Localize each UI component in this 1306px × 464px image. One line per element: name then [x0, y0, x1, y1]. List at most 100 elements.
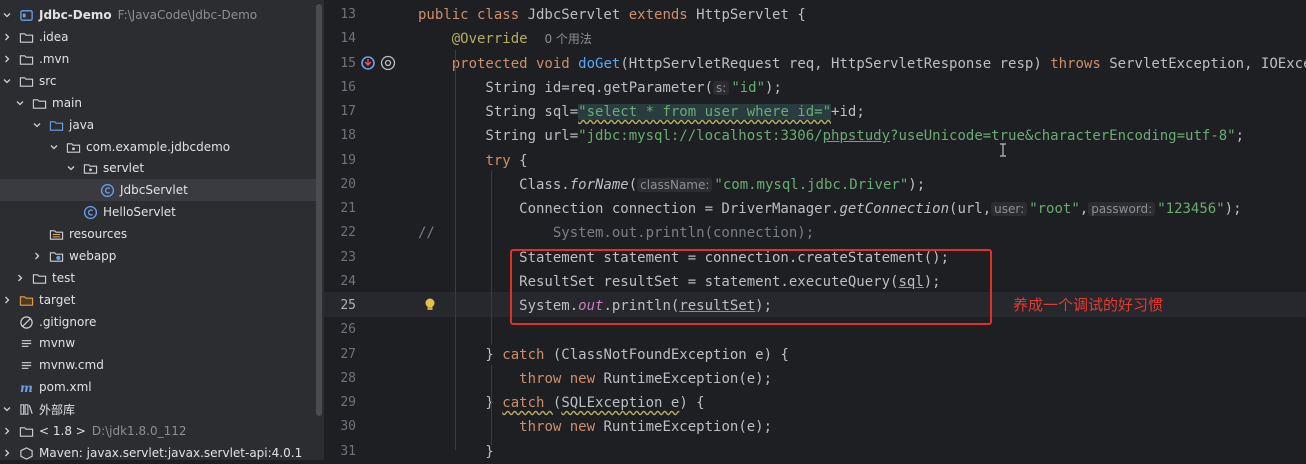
code-token: ); — [765, 80, 782, 96]
tree-item-label: src — [39, 74, 57, 88]
code-line[interactable]: String id=req.getParameter(s: "id"); — [418, 76, 782, 100]
code-token: 0 个用法 — [544, 32, 592, 46]
chevron-right-icon[interactable] — [0, 30, 14, 44]
tree-item[interactable]: java — [0, 114, 316, 136]
tree-item[interactable]: resources — [0, 223, 316, 245]
chevron-down-icon[interactable] — [64, 161, 78, 175]
ignore-file-icon — [18, 314, 34, 330]
line-number: 25 — [340, 298, 356, 313]
tree-item[interactable]: main — [0, 92, 316, 114]
code-token: } — [418, 347, 503, 363]
tree-item-label: target — [39, 293, 76, 307]
indent-guide — [455, 50, 456, 450]
code-line[interactable]: throw new RuntimeException(e); — [418, 415, 772, 439]
tree-item-label: mvnw.cmd — [39, 358, 104, 372]
tree-item[interactable]: HelloServlet — [0, 201, 316, 223]
tree-item[interactable]: .mvn — [0, 48, 316, 70]
tree-item-path: F:\JavaCode\Jdbc-Demo — [117, 8, 258, 22]
chevron-down-icon[interactable] — [47, 140, 61, 154]
code-token: SQLException e — [561, 395, 680, 411]
tree-item[interactable]: m pom.xml — [0, 376, 316, 398]
code-token: "jdbc:mysql://localhost:3306/ — [578, 128, 823, 144]
tree-item[interactable]: webapp — [0, 245, 316, 267]
tree-item[interactable]: 外部库 — [0, 398, 316, 420]
code-line[interactable]: } catch (SQLException e) { — [418, 391, 704, 415]
chevron-down-icon[interactable] — [0, 402, 14, 416]
tree-item[interactable]: mvnw — [0, 332, 316, 354]
line-number: 29 — [340, 395, 356, 410]
line-number: 22 — [340, 225, 356, 240]
chevron-down-icon[interactable] — [30, 118, 44, 132]
class-icon — [82, 204, 98, 220]
code-line[interactable]: // System.out.println(connection); — [418, 221, 814, 245]
tree-item[interactable]: .idea — [0, 26, 316, 48]
excluded-folder-icon — [18, 292, 34, 308]
jar-icon — [18, 445, 34, 460]
code-token: try — [485, 153, 520, 169]
indent-guide — [491, 170, 492, 345]
code-line[interactable]: Connection connection = DriverManager.ge… — [418, 197, 1241, 221]
tree-item[interactable]: Jdbc-Demo F:\JavaCode\Jdbc-Demo — [0, 4, 316, 26]
code-line[interactable]: throw new RuntimeException(e); — [418, 367, 772, 391]
line-number: 13 — [340, 7, 356, 22]
line-number: 14 — [340, 31, 356, 46]
code-token: protected void — [451, 56, 579, 72]
code-line[interactable]: } catch (ClassNotFoundException e) { — [418, 343, 788, 367]
chevron-down-icon[interactable] — [0, 8, 14, 22]
highlight-box — [510, 249, 992, 325]
tree-item[interactable]: < 1.8 > D:\jdk1.8.0_112 — [0, 420, 316, 442]
tree-item[interactable]: .gitignore — [0, 311, 316, 333]
tree-item-label: mvnw — [39, 336, 76, 350]
chevron-right-icon[interactable] — [0, 446, 14, 460]
code-token: ); — [908, 177, 926, 193]
code-line[interactable]: @Override 0 个用法 — [418, 27, 592, 51]
tree-item-label: java — [69, 118, 95, 132]
chevron-down-icon[interactable] — [13, 96, 27, 110]
tree-item[interactable]: mvnw.cmd — [0, 354, 316, 376]
code-token: RuntimeException(e); — [603, 419, 773, 435]
tree-item-label: main — [52, 96, 82, 110]
code-line[interactable]: try { — [418, 149, 527, 173]
tree-item[interactable]: src — [0, 70, 316, 92]
code-token: doGet — [578, 56, 621, 72]
code-line[interactable]: String sql="select * from user where id=… — [418, 100, 865, 124]
code-token: Class. — [418, 177, 570, 193]
code-token: className: — [637, 178, 713, 192]
chevron-right-icon[interactable] — [13, 271, 27, 285]
code-token: user: — [991, 202, 1028, 216]
at-annotation-gutter-icon[interactable] — [380, 55, 396, 75]
tree-item[interactable]: servlet — [0, 157, 316, 179]
code-token: (url, — [949, 201, 992, 217]
code-token: ; — [1235, 128, 1245, 144]
tree-item[interactable]: com.example.jdbcdemo — [0, 136, 316, 158]
tree-item-label: com.example.jdbcdemo — [86, 140, 231, 154]
tree-item[interactable]: Maven: javax.servlet:javax.servlet-api:4… — [0, 442, 316, 460]
code-line[interactable]: Class.forName(className: "com.mysql.jdbc.… — [418, 173, 925, 197]
line-number: 26 — [340, 322, 356, 337]
code-token: "id" — [731, 80, 766, 96]
chevron-right-icon[interactable] — [0, 424, 14, 438]
code-line[interactable]: String url="jdbc:mysql://localhost:3306/… — [418, 124, 1244, 148]
override-gutter-icon[interactable] — [360, 55, 376, 75]
code-line[interactable]: protected void doGet(HttpServletRequest … — [418, 52, 1306, 76]
tree-item[interactable]: JdbcServlet — [0, 179, 316, 201]
code-token: catch — [502, 395, 553, 411]
tree-item[interactable]: target — [0, 289, 316, 311]
code-token: phpstudy — [822, 128, 891, 144]
code-line[interactable]: public class JdbcServlet extends HttpSer… — [418, 3, 806, 27]
tree-item-label: < 1.8 > — [39, 424, 86, 438]
chevron-right-icon[interactable] — [0, 52, 14, 66]
chevron-down-icon[interactable] — [0, 74, 14, 88]
class-icon — [99, 182, 115, 198]
tree-item[interactable]: test — [0, 267, 316, 289]
chevron-right-icon[interactable] — [0, 293, 14, 307]
code-token: s: — [713, 81, 730, 95]
code-token: ServletException, IOException { — [1109, 56, 1306, 72]
chevron-right-icon[interactable] — [30, 249, 44, 263]
project-tree-scrollbar-thumb[interactable] — [316, 4, 322, 416]
lightbulb-icon[interactable] — [423, 297, 437, 317]
library-icon — [18, 401, 34, 417]
